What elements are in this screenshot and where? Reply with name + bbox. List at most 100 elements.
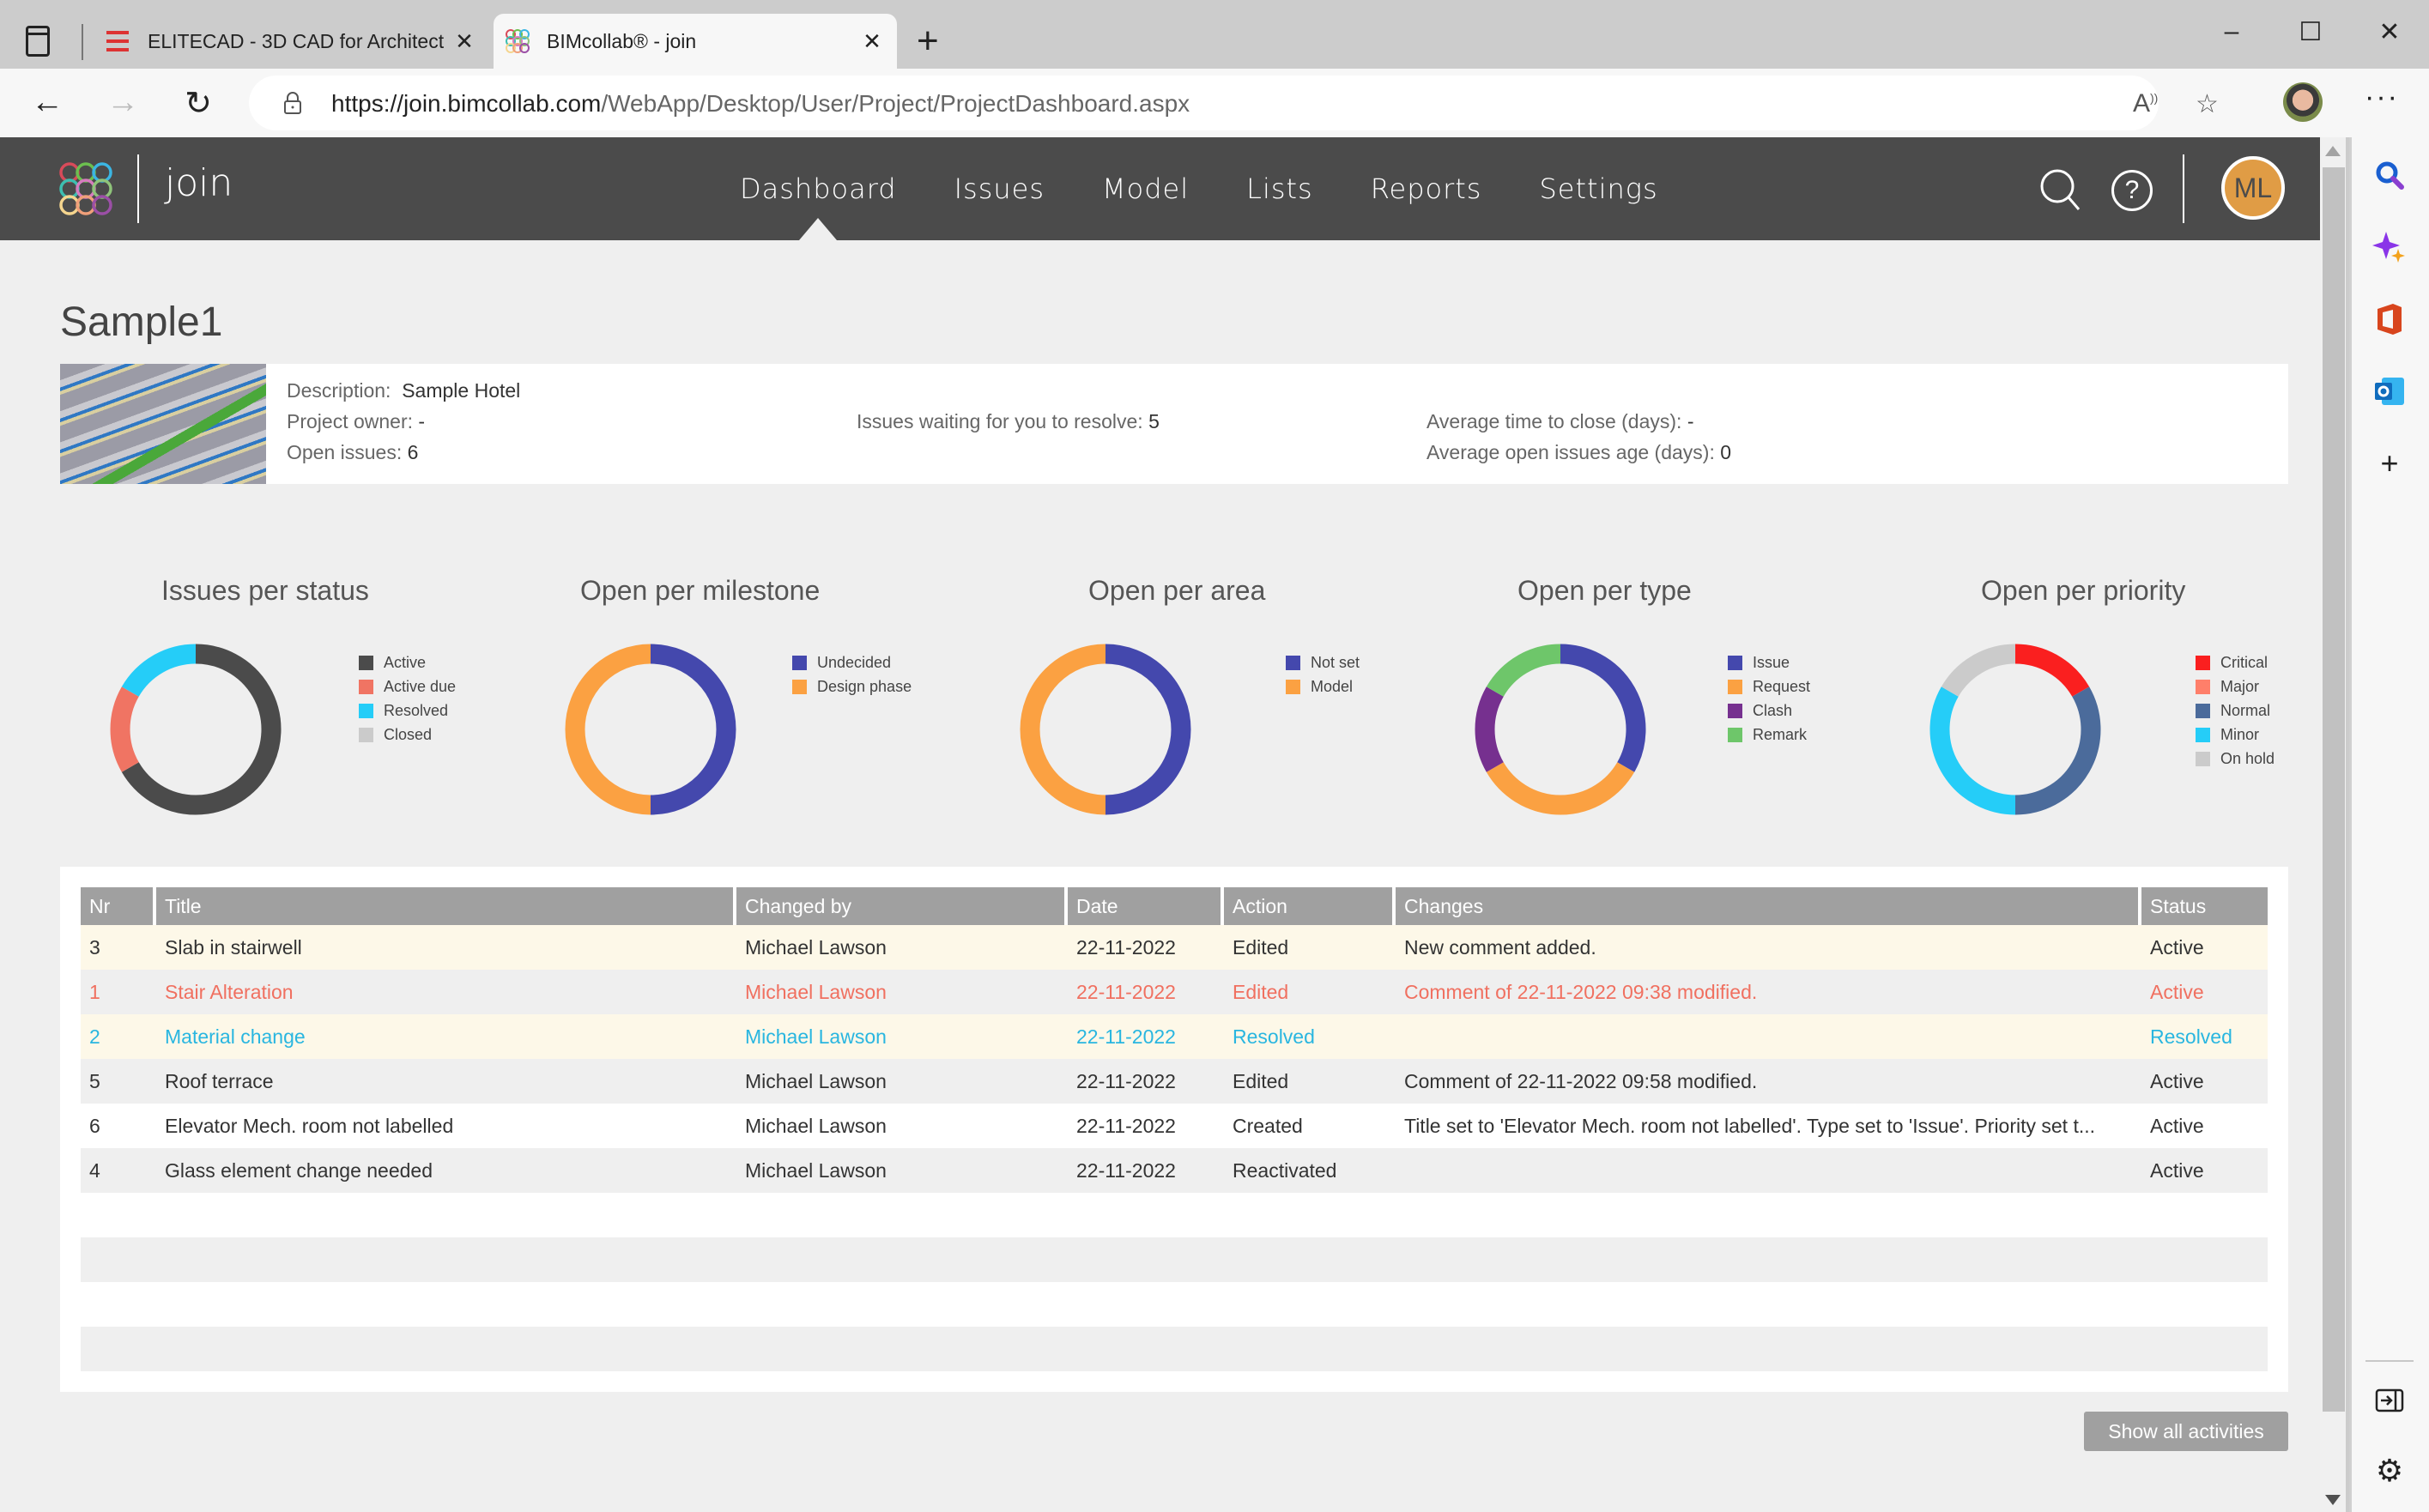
more-menu-icon[interactable]: ···	[2365, 81, 2399, 114]
col-changes[interactable]: Changes	[1396, 887, 2141, 925]
col-title[interactable]: Title	[156, 887, 736, 925]
donut-slice-on-hold[interactable]	[1941, 644, 2016, 698]
donut-slice-active-due[interactable]	[110, 686, 139, 772]
nav-dashboard[interactable]: Dashboard	[740, 137, 897, 240]
table-row[interactable]: 1 Stair Alteration Michael Lawson 22-11-202…	[81, 970, 2268, 1014]
col-action[interactable]: Action	[1224, 887, 1396, 925]
close-window-icon[interactable]: ✕	[2364, 17, 2415, 47]
outlook-icon[interactable]	[2371, 372, 2408, 410]
legend-item[interactable]: Clash	[1728, 699, 1810, 723]
nav-issues[interactable]: Issues	[954, 137, 1045, 240]
legend-item[interactable]: Active due	[359, 674, 456, 699]
tab-actions-icon[interactable]	[26, 26, 50, 57]
read-aloud-icon[interactable]: A))	[2133, 89, 2158, 118]
legend-item[interactable]: Model	[1286, 674, 1360, 699]
maximize-icon[interactable]: ☐	[2285, 17, 2336, 47]
donut-slice-minor[interactable]	[1929, 686, 2016, 815]
sidebar-divider	[2365, 1360, 2414, 1362]
donut-slice-clash[interactable]	[1475, 686, 1504, 772]
donut-slice-issue[interactable]	[1560, 644, 1646, 772]
col-status[interactable]: Status	[2141, 887, 2268, 925]
legend-item[interactable]: Design phase	[792, 674, 912, 699]
new-tab-icon[interactable]: +	[917, 22, 939, 60]
legend-item[interactable]: Request	[1728, 674, 1810, 699]
browser-profile-avatar[interactable]	[2283, 82, 2323, 122]
table-row[interactable]: 6 Elevator Mech. room not labelled Michael…	[81, 1104, 2268, 1148]
donut-slice-model[interactable]	[1020, 644, 1106, 815]
scroll-down-icon[interactable]	[2325, 1495, 2341, 1505]
legend-label: Request	[1753, 677, 1811, 695]
col-nr[interactable]: Nr	[81, 887, 156, 925]
legend-item[interactable]: Critical	[2196, 650, 2275, 674]
search-icon[interactable]	[2039, 168, 2081, 213]
donut-slice-critical[interactable]	[2014, 644, 2090, 698]
legend-item[interactable]: Normal	[2196, 699, 2275, 723]
bimcollab-logo-icon[interactable]	[58, 161, 113, 216]
scroll-up-icon[interactable]	[2325, 146, 2341, 156]
table-row[interactable]: 4 Glass element change needed Michael Laws…	[81, 1148, 2268, 1193]
tab-elitecad[interactable]: ELITECAD - 3D CAD for Architect ✕	[94, 14, 489, 69]
legend-swatch	[1286, 655, 1300, 670]
brand-name[interactable]: join	[165, 161, 233, 205]
refresh-icon[interactable]: ↻	[177, 84, 220, 123]
tab-bimcollab[interactable]: BIMcollab® - join ✕	[494, 14, 897, 69]
url-field[interactable]: https://join.bimcollab.com/WebApp/Deskto…	[249, 76, 2219, 130]
legend-swatch	[359, 679, 373, 694]
url-host: https://join.bimcollab.com	[331, 90, 602, 117]
col-date[interactable]: Date	[1068, 887, 1224, 925]
donut-slice-resolved[interactable]	[121, 644, 197, 698]
legend-item[interactable]: Not set	[1286, 650, 1360, 674]
description-label: Description:	[287, 379, 391, 402]
legend-item[interactable]: On hold	[2196, 747, 2275, 771]
scrollbar-thumb[interactable]	[2323, 167, 2345, 1412]
legend-item[interactable]: Resolved	[359, 699, 456, 723]
owner-label: Project owner:	[287, 410, 414, 432]
activities-table: Nr Title Changed by Date Action Changes …	[81, 887, 2268, 1193]
copilot-icon[interactable]	[2371, 228, 2408, 266]
minimize-icon[interactable]: –	[2206, 17, 2257, 46]
legend-swatch	[2196, 655, 2210, 670]
legend-item[interactable]: Closed	[359, 723, 456, 747]
legend-item[interactable]: Remark	[1728, 723, 1810, 747]
sidebar-toggle-icon[interactable]	[2371, 1382, 2408, 1419]
tab-label: ELITECAD - 3D CAD for Architect	[148, 29, 445, 52]
donut-slice-request[interactable]	[1486, 761, 1635, 815]
search-icon[interactable]	[2371, 156, 2408, 194]
nav-model[interactable]: Model	[1102, 137, 1189, 240]
lock-icon[interactable]	[283, 91, 302, 115]
legend-item[interactable]: Minor	[2196, 723, 2275, 747]
table-row[interactable]: 5 Roof terrace Michael Lawson 22-11-2022 Edi…	[81, 1059, 2268, 1104]
col-changed-by[interactable]: Changed by	[736, 887, 1068, 925]
nav-reports[interactable]: Reports	[1371, 137, 1482, 240]
show-all-activities-button[interactable]: Show all activities	[2084, 1412, 2288, 1451]
office-icon[interactable]	[2371, 300, 2408, 338]
nav-lists[interactable]: Lists	[1246, 137, 1313, 240]
legend-item[interactable]: Issue	[1728, 650, 1810, 674]
user-avatar[interactable]: ML	[2221, 156, 2285, 220]
donut-slice-design-phase[interactable]	[565, 644, 651, 815]
edge-sidebar: + ⚙	[2349, 137, 2429, 1512]
add-favorite-icon[interactable]: ☆	[2196, 89, 2219, 119]
donut-chart	[1929, 644, 2101, 815]
cell-nr: 1	[81, 970, 156, 1014]
legend-item[interactable]: Undecided	[792, 650, 912, 674]
close-tab-icon[interactable]: ✕	[859, 28, 885, 55]
nav-settings[interactable]: Settings	[1539, 137, 1657, 240]
help-icon[interactable]: ?	[2111, 170, 2153, 211]
donut-slice-remark[interactable]	[1486, 644, 1561, 698]
page-scrollbar[interactable]	[2320, 137, 2346, 1512]
table-row[interactable]: 3 Slab in stairwell Michael Lawson 22-11-20…	[81, 925, 2268, 970]
settings-icon[interactable]: ⚙	[2371, 1452, 2408, 1490]
legend-item[interactable]: Active	[359, 650, 456, 674]
close-tab-icon[interactable]: ✕	[451, 28, 477, 55]
legend-label: Undecided	[817, 653, 892, 671]
cell-changes	[1396, 1148, 2141, 1193]
donut-slice-normal[interactable]	[2014, 686, 2101, 815]
back-icon[interactable]: ←	[26, 84, 69, 121]
table-row[interactable]: 2 Material change Michael Lawson 22-11-2022…	[81, 1014, 2268, 1059]
donut-slice-undecided[interactable]	[650, 644, 736, 815]
add-icon[interactable]: +	[2371, 445, 2408, 482]
donut-slice-not-set[interactable]	[1105, 644, 1191, 815]
legend-item[interactable]: Major	[2196, 674, 2275, 699]
forward-icon[interactable]: →	[101, 84, 144, 121]
